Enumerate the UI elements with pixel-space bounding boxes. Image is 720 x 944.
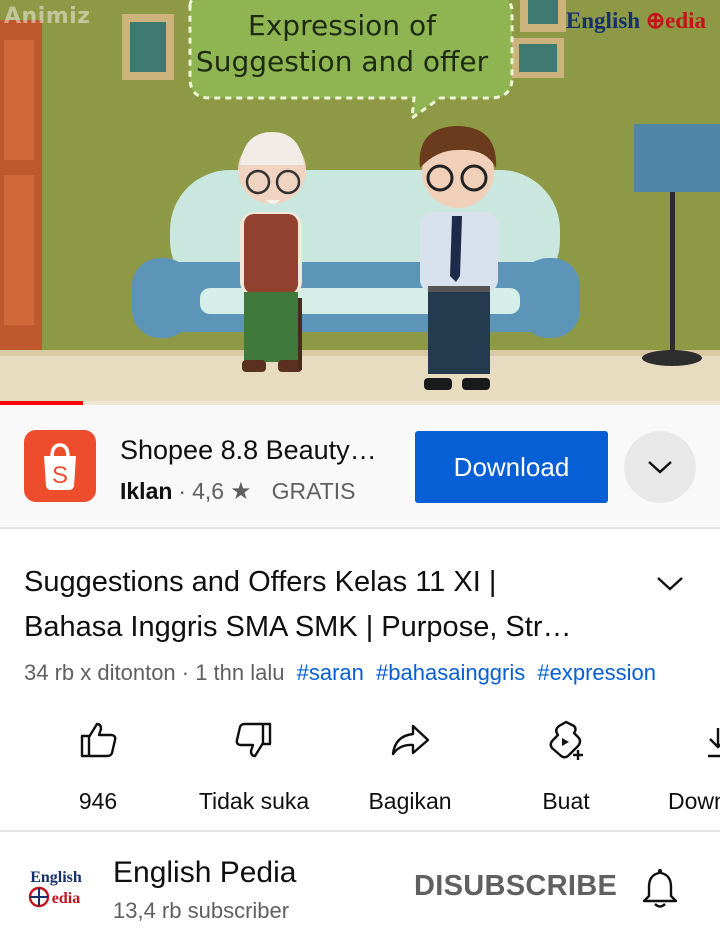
video-meta[interactable]: 34 rb x ditonton · 1 thn lalu #saran #ba… <box>24 660 656 686</box>
speech-bubble-text: Expression of Suggestion and offer <box>186 8 498 80</box>
ad-separator: · <box>178 478 187 504</box>
remix-create-icon <box>549 720 583 760</box>
hashtag-link[interactable]: #bahasainggris <box>376 660 525 685</box>
subscribed-button[interactable]: DISUBSCRIBE <box>414 870 617 903</box>
english-pedia-logo-icon: English edia <box>28 869 82 908</box>
hashtag-link[interactable]: #expression <box>537 660 656 685</box>
ad-label: Iklan <box>120 478 173 504</box>
notification-bell-icon[interactable] <box>640 866 680 910</box>
ad-download-button[interactable]: Download <box>415 431 608 503</box>
download-icon <box>708 728 720 758</box>
animiz-watermark: Animiz <box>4 4 91 29</box>
ad-price: GRATIS <box>271 478 356 504</box>
ad-title[interactable]: Shopee 8.8 Beauty… <box>120 435 377 466</box>
shopee-bag-icon: S <box>44 443 76 490</box>
bubble-line-1: Expression of <box>248 9 436 42</box>
watermark-part-b: edia <box>665 8 706 33</box>
download-button[interactable]: Down <box>652 718 720 815</box>
hashtag-link[interactable]: #saran <box>297 660 364 685</box>
bubble-line-2: Suggestion and offer <box>195 45 489 78</box>
video-title-line-1: Suggestions and Offers Kelas 11 XI | <box>24 566 497 598</box>
thumbs-up-icon <box>80 722 117 758</box>
video-title[interactable]: Suggestions and Offers Kelas 11 XI | Bah… <box>24 560 644 650</box>
channel-name[interactable]: English Pedia <box>113 856 296 890</box>
like-button[interactable]: 946 <box>28 718 168 815</box>
section-divider <box>0 830 720 832</box>
watermark-globe-icon: ⊕ <box>645 8 666 33</box>
video-player[interactable]: Animiz English ⊕edia Expression of Sugge… <box>0 0 720 405</box>
create-label: Buat <box>542 788 590 814</box>
logo-line-1: English <box>30 869 82 886</box>
download-label: Down <box>668 788 720 814</box>
expand-description-chevron-icon[interactable] <box>654 572 686 596</box>
logo-line-2: edia <box>52 890 80 907</box>
share-label: Bagikan <box>368 788 452 814</box>
ad-meta: Iklan · 4,6 ★ GRATIS <box>120 477 356 506</box>
subscriber-count: 13,4 rb subscriber <box>113 898 290 923</box>
channel-avatar[interactable]: English edia <box>24 866 88 916</box>
svg-text:S: S <box>52 462 68 489</box>
share-icon <box>391 724 430 756</box>
action-bar: 946 Tidak suka Bagikan Buat Down <box>0 718 720 828</box>
dislike-button[interactable]: Tidak suka <box>184 718 324 815</box>
ad-rating: 4,6 <box>192 478 225 504</box>
chevron-down-icon <box>648 461 672 474</box>
english-pedia-watermark: English ⊕edia <box>566 8 706 34</box>
ad-expand-button[interactable] <box>624 431 696 503</box>
star-icon: ★ <box>230 478 252 505</box>
video-title-line-2: Bahasa Inggris SMA SMK | Purpose, Str… <box>24 611 572 643</box>
watermark-part-a: English <box>565 8 646 33</box>
dislike-label: Tidak suka <box>198 788 310 814</box>
create-button[interactable]: Buat <box>496 718 636 815</box>
views-and-age: 34 rb x ditonton · 1 thn lalu <box>24 660 285 685</box>
shopee-logo[interactable]: S <box>24 430 96 502</box>
ad-banner[interactable]: S Shopee 8.8 Beauty… Iklan · 4,6 ★ GRATIS… <box>0 405 720 529</box>
thumbs-down-icon <box>235 722 272 758</box>
like-count: 946 <box>78 788 118 814</box>
share-button[interactable]: Bagikan <box>340 718 480 815</box>
